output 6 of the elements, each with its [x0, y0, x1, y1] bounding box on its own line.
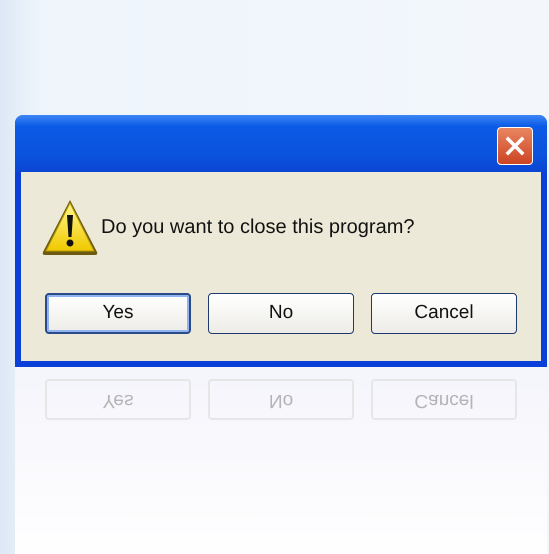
dialog-button[interactable]: Cancel	[371, 293, 517, 334]
close-button[interactable]	[497, 127, 533, 165]
dialog-button[interactable]: No	[208, 293, 354, 334]
close-icon	[505, 136, 525, 156]
dialog-message: Do you want to close this program?	[101, 215, 414, 240]
dialog-button[interactable]: Yes	[45, 293, 191, 334]
